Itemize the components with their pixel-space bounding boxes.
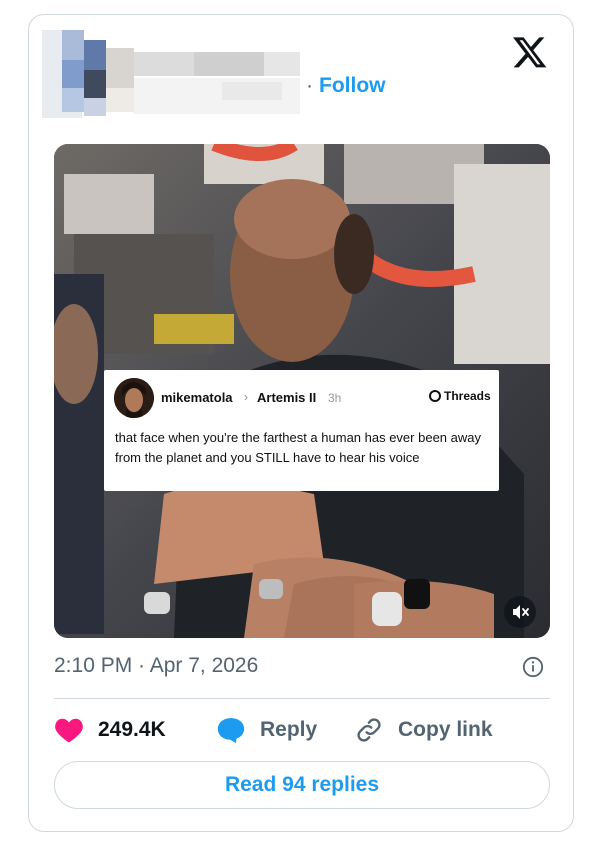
overlay-handle: mikematola — [161, 390, 233, 405]
overlay-source: Threads — [429, 389, 491, 403]
reply-label: Reply — [260, 718, 318, 741]
threads-logo-icon — [429, 390, 441, 402]
like-button[interactable]: 249.4K — [54, 713, 166, 747]
mute-button[interactable] — [504, 596, 536, 628]
overlay-source-label: Threads — [444, 389, 491, 403]
follow-link[interactable]: · Follow — [306, 74, 386, 98]
divider — [54, 698, 550, 699]
heart-icon — [55, 718, 83, 743]
read-replies-button[interactable]: Read 94 replies — [54, 761, 550, 809]
reply-button[interactable]: Reply — [216, 713, 317, 747]
follow-separator: · — [306, 74, 313, 97]
like-count: 249.4K — [98, 718, 166, 741]
overlay-time: 3h — [328, 391, 342, 405]
copy-link-button[interactable]: Copy link — [354, 713, 493, 747]
follow-label: Follow — [319, 74, 386, 97]
author-redacted[interactable] — [42, 30, 300, 118]
overlay-text: that face when you're the farthest a hum… — [115, 430, 481, 465]
speech-bubble-icon — [217, 718, 245, 744]
muted-speaker-icon — [513, 605, 529, 619]
post-timestamp[interactable]: 2:10 PM · Apr 7, 2026 — [54, 654, 258, 678]
threads-post-overlay: mikematola › Artemis II 3h Threads that … — [104, 370, 499, 491]
info-icon[interactable] — [522, 656, 544, 678]
overlay-avatar — [114, 378, 154, 418]
overlay-chevron-icon: › — [244, 390, 248, 404]
copy-link-label: Copy link — [398, 718, 493, 741]
x-logo-icon[interactable] — [512, 34, 548, 70]
overlay-community: Artemis II — [257, 390, 317, 405]
link-icon — [357, 718, 381, 742]
